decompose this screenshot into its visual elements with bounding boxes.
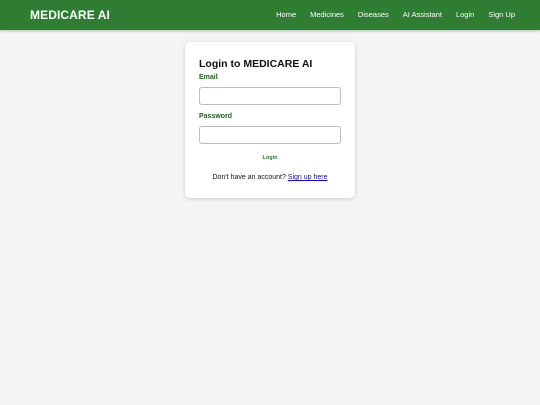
top-navbar: MEDICARE AI Home Medicines Diseases AI A… — [0, 0, 540, 30]
password-field[interactable] — [199, 126, 341, 144]
nav-links: Home Medicines Diseases AI Assistant Log… — [276, 10, 515, 19]
email-field[interactable] — [199, 87, 341, 105]
signup-link[interactable]: Sign up here — [288, 174, 328, 181]
nav-link-ai-assistant[interactable]: AI Assistant — [403, 10, 442, 19]
password-label: Password — [199, 113, 233, 120]
signup-prompt: Don't have an account? Sign up here — [185, 174, 355, 181]
nav-link-medicines[interactable]: Medicines — [310, 10, 344, 19]
nav-link-home[interactable]: Home — [276, 10, 296, 19]
nav-link-diseases[interactable]: Diseases — [358, 10, 389, 19]
login-card: Login to MEDICARE AI Email Password Logi… — [185, 42, 355, 198]
nav-link-login[interactable]: Login — [456, 10, 474, 19]
nav-link-sign-up[interactable]: Sign Up — [488, 10, 515, 19]
brand-logo[interactable]: MEDICARE AI — [30, 8, 110, 22]
login-button[interactable]: Login — [199, 152, 341, 164]
email-label: Email — [199, 74, 218, 81]
signup-prompt-text: Don't have an account? — [212, 174, 288, 181]
login-title: Login to MEDICARE AI — [199, 58, 313, 70]
